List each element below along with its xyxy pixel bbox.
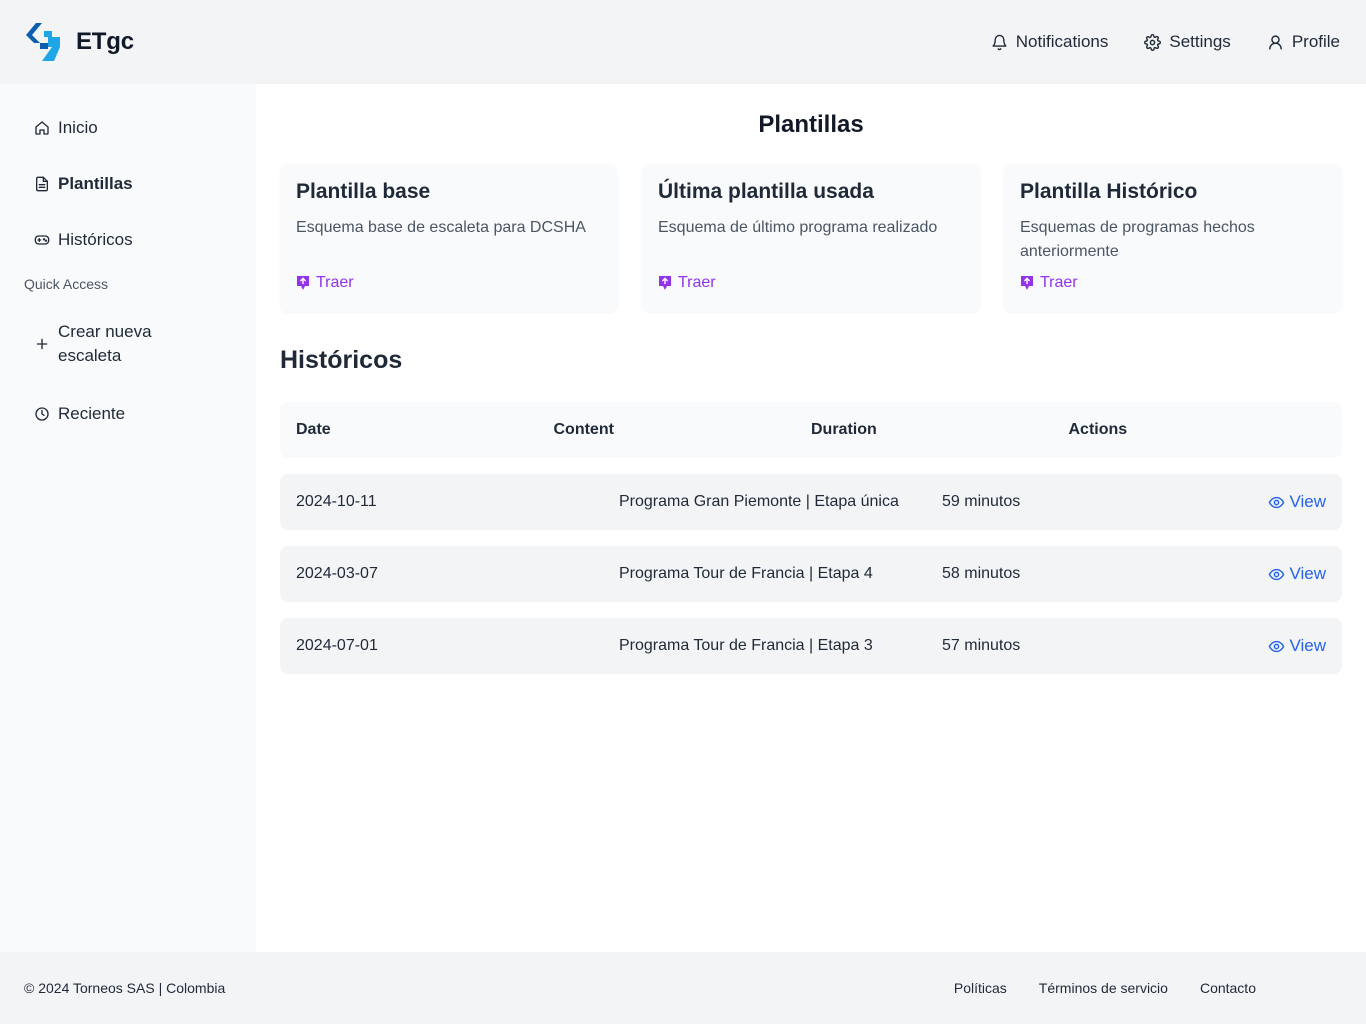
traer-label: Traer bbox=[1040, 274, 1078, 291]
card-title: Plantilla Histórico bbox=[1020, 180, 1198, 203]
plus-icon bbox=[36, 338, 48, 350]
template-card: Plantilla Histórico Esquemas de programa… bbox=[1004, 164, 1342, 312]
sidebar-item-reciente[interactable]: Reciente bbox=[24, 394, 232, 434]
historicos-heading: Históricos bbox=[280, 346, 403, 374]
template-card: Última plantilla usada Esquema de último… bbox=[642, 164, 980, 312]
row-content: Programa Tour de Francia | Etapa 3 bbox=[619, 637, 873, 654]
settings-link[interactable]: Settings bbox=[1144, 32, 1231, 52]
card-description: Esquema base de escaleta para DCSHA bbox=[296, 219, 586, 236]
row-duration: 58 minutos bbox=[942, 565, 1021, 582]
sidebar-item-inicio[interactable]: Inicio bbox=[24, 108, 232, 148]
sidebar-item-crear-nueva-escaleta[interactable]: Crear nueva escaleta bbox=[24, 310, 174, 378]
view-label: View bbox=[1289, 564, 1326, 583]
etgc-logo-icon bbox=[26, 23, 60, 61]
clock-icon bbox=[35, 407, 49, 421]
footer-links: Políticas Términos de servicio Contacto bbox=[954, 980, 1256, 996]
card-title: Plantilla base bbox=[296, 180, 431, 203]
template-cards: Plantilla base Esquema base de escaleta … bbox=[280, 164, 1342, 312]
footer-link-terminos[interactable]: Términos de servicio bbox=[1039, 980, 1168, 996]
sidebar-item-label: Inicio bbox=[58, 118, 98, 137]
quick-access-heading: Quick Access bbox=[24, 276, 109, 292]
upload-pin-icon bbox=[659, 276, 671, 290]
table-row: 2024-07-01 Programa Tour de Francia | Et… bbox=[280, 618, 1342, 674]
copyright-text: © 2024 Torneos SAS | Colombia bbox=[24, 980, 226, 996]
traer-label: Traer bbox=[316, 274, 354, 291]
row-date: 2024-10-11 bbox=[296, 493, 377, 510]
view-label: View bbox=[1289, 492, 1326, 511]
top-nav: Notifications Settings Profile bbox=[991, 32, 1340, 52]
notifications-label: Notifications bbox=[1015, 32, 1109, 51]
traer-label: Traer bbox=[678, 274, 716, 291]
card-title: Última plantilla usada bbox=[658, 180, 874, 203]
upload-pin-icon bbox=[297, 276, 309, 290]
notifications-link[interactable]: Notifications bbox=[991, 32, 1109, 52]
card-description: Esquemas de programas hechos anteriormen… bbox=[1020, 219, 1255, 260]
column-header-content: Content bbox=[553, 421, 614, 438]
traer-button[interactable]: Traer bbox=[658, 274, 716, 292]
row-content: Programa Gran Piemonte | Etapa única bbox=[619, 493, 899, 510]
column-header-duration: Duration bbox=[811, 421, 877, 438]
sidebar-item-label: Plantillas bbox=[58, 174, 133, 193]
template-card: Plantilla base Esquema base de escaleta … bbox=[280, 164, 618, 312]
footer: © 2024 Torneos SAS | Colombia Políticas … bbox=[0, 952, 1366, 1024]
eye-icon bbox=[1269, 568, 1285, 580]
traer-button[interactable]: Traer bbox=[1020, 274, 1078, 292]
column-header-date: Date bbox=[296, 421, 331, 438]
row-duration: 57 minutos bbox=[942, 637, 1021, 654]
document-icon bbox=[36, 176, 48, 192]
footer-link-contacto[interactable]: Contacto bbox=[1200, 980, 1256, 996]
row-date: 2024-03-07 bbox=[296, 565, 378, 582]
view-label: View bbox=[1289, 636, 1326, 655]
view-button[interactable]: View bbox=[1268, 492, 1326, 512]
sidebar-item-plantillas[interactable]: Plantillas bbox=[24, 164, 232, 204]
top-bar: ETgc Notifications Settings Profile bbox=[0, 0, 1366, 84]
card-description: Esquema de último programa realizado bbox=[658, 219, 938, 236]
upload-pin-icon bbox=[1021, 276, 1033, 290]
footer-link-politicas[interactable]: Políticas bbox=[954, 980, 1007, 996]
row-content: Programa Tour de Francia | Etapa 4 bbox=[619, 565, 873, 582]
home-icon bbox=[35, 121, 49, 135]
main-content: Plantillas Plantilla base Esquema base d… bbox=[256, 84, 1366, 952]
traer-button[interactable]: Traer bbox=[296, 274, 354, 292]
sidebar: Inicio Plantillas Históricos Quick Acces… bbox=[0, 84, 256, 952]
bell-icon bbox=[992, 34, 1007, 50]
eye-icon bbox=[1269, 496, 1285, 508]
profile-label: Profile bbox=[1291, 32, 1340, 51]
sidebar-item-historicos[interactable]: Históricos bbox=[24, 220, 232, 260]
brand[interactable]: ETgc bbox=[26, 23, 134, 61]
user-icon bbox=[1268, 34, 1282, 50]
gamepad-icon bbox=[34, 235, 50, 245]
eye-icon bbox=[1269, 640, 1285, 652]
brand-name: ETgc bbox=[76, 28, 134, 55]
gear-icon bbox=[1144, 33, 1162, 51]
profile-link[interactable]: Profile bbox=[1267, 32, 1340, 52]
table-header: Date Content Duration Actions bbox=[280, 402, 1342, 458]
sidebar-item-label: Históricos bbox=[58, 230, 133, 249]
row-date: 2024-07-01 bbox=[296, 637, 378, 654]
page-title: Plantillas bbox=[758, 111, 864, 138]
table-row: 2024-03-07 Programa Tour de Francia | Et… bbox=[280, 546, 1342, 602]
row-duration: 59 minutos bbox=[942, 493, 1021, 510]
table-row: 2024-10-11 Programa Gran Piemonte | Etap… bbox=[280, 474, 1342, 530]
view-button[interactable]: View bbox=[1268, 636, 1326, 656]
sidebar-item-label: Reciente bbox=[58, 404, 126, 423]
sidebar-item-label: Crear nueva escaleta bbox=[58, 322, 152, 365]
settings-label: Settings bbox=[1169, 32, 1231, 51]
column-header-actions: Actions bbox=[1068, 421, 1128, 438]
view-button[interactable]: View bbox=[1268, 564, 1326, 584]
